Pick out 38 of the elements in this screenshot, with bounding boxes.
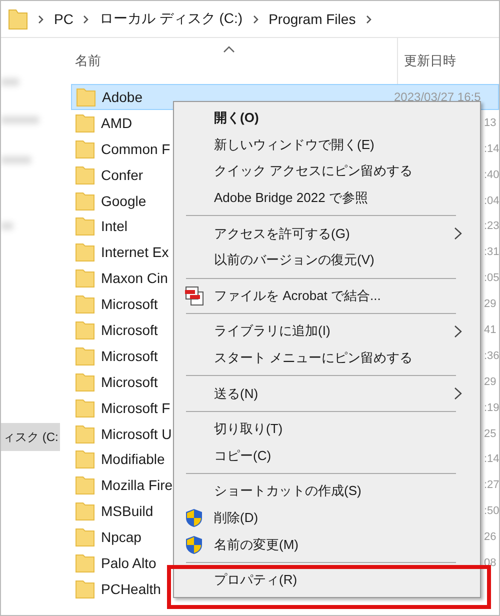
date-cell: 41 <box>484 324 496 336</box>
date-cell: :14 <box>484 142 499 155</box>
file-name: AMD <box>101 114 132 131</box>
date-cell: :27 <box>484 479 499 492</box>
date-cell: 13 <box>484 116 496 129</box>
date-cell: 29 <box>484 376 496 388</box>
file-name: PCHealth <box>101 580 161 597</box>
file-name: Microsoft <box>101 348 158 364</box>
file-name: Adobe <box>102 88 142 105</box>
date-cell: :04 <box>484 194 499 206</box>
date-cell: :40 <box>484 168 499 181</box>
date-cell: :23 <box>484 220 499 232</box>
date-cell: :14 <box>484 453 499 466</box>
file-name: Common F <box>101 140 170 157</box>
file-name: MSBuild <box>101 503 154 520</box>
file-name: Modifiable <box>101 451 165 468</box>
file-name: Microsoft U <box>101 426 172 442</box>
file-name: Microsoft F <box>101 400 170 416</box>
file-name: Confer <box>101 166 144 183</box>
file-name: Palo Alto <box>101 554 156 571</box>
file-name: Maxon Cin <box>101 270 168 286</box>
date-cell: 2023/03/27 16:5 <box>394 90 481 104</box>
file-name: Mozilla Fire <box>101 477 173 494</box>
date-cell: 29 <box>484 298 496 310</box>
file-name: Internet Ex <box>101 244 169 260</box>
date-cell: :50 <box>484 505 499 518</box>
file-name: Microsoft <box>101 296 158 312</box>
date-cell: 26 <box>484 531 496 544</box>
file-name: Npcap <box>101 529 142 546</box>
date-cell: :36 <box>484 350 499 362</box>
file-name: Google <box>101 192 146 208</box>
file-name: Intel <box>101 218 128 234</box>
file-name: Microsoft <box>101 374 158 390</box>
date-cell: :31 <box>484 246 499 258</box>
date-cell: :19 <box>484 402 499 414</box>
date-cell: 25 <box>484 428 496 440</box>
file-name: Microsoft <box>101 322 158 338</box>
date-cell: :05 <box>484 272 499 284</box>
